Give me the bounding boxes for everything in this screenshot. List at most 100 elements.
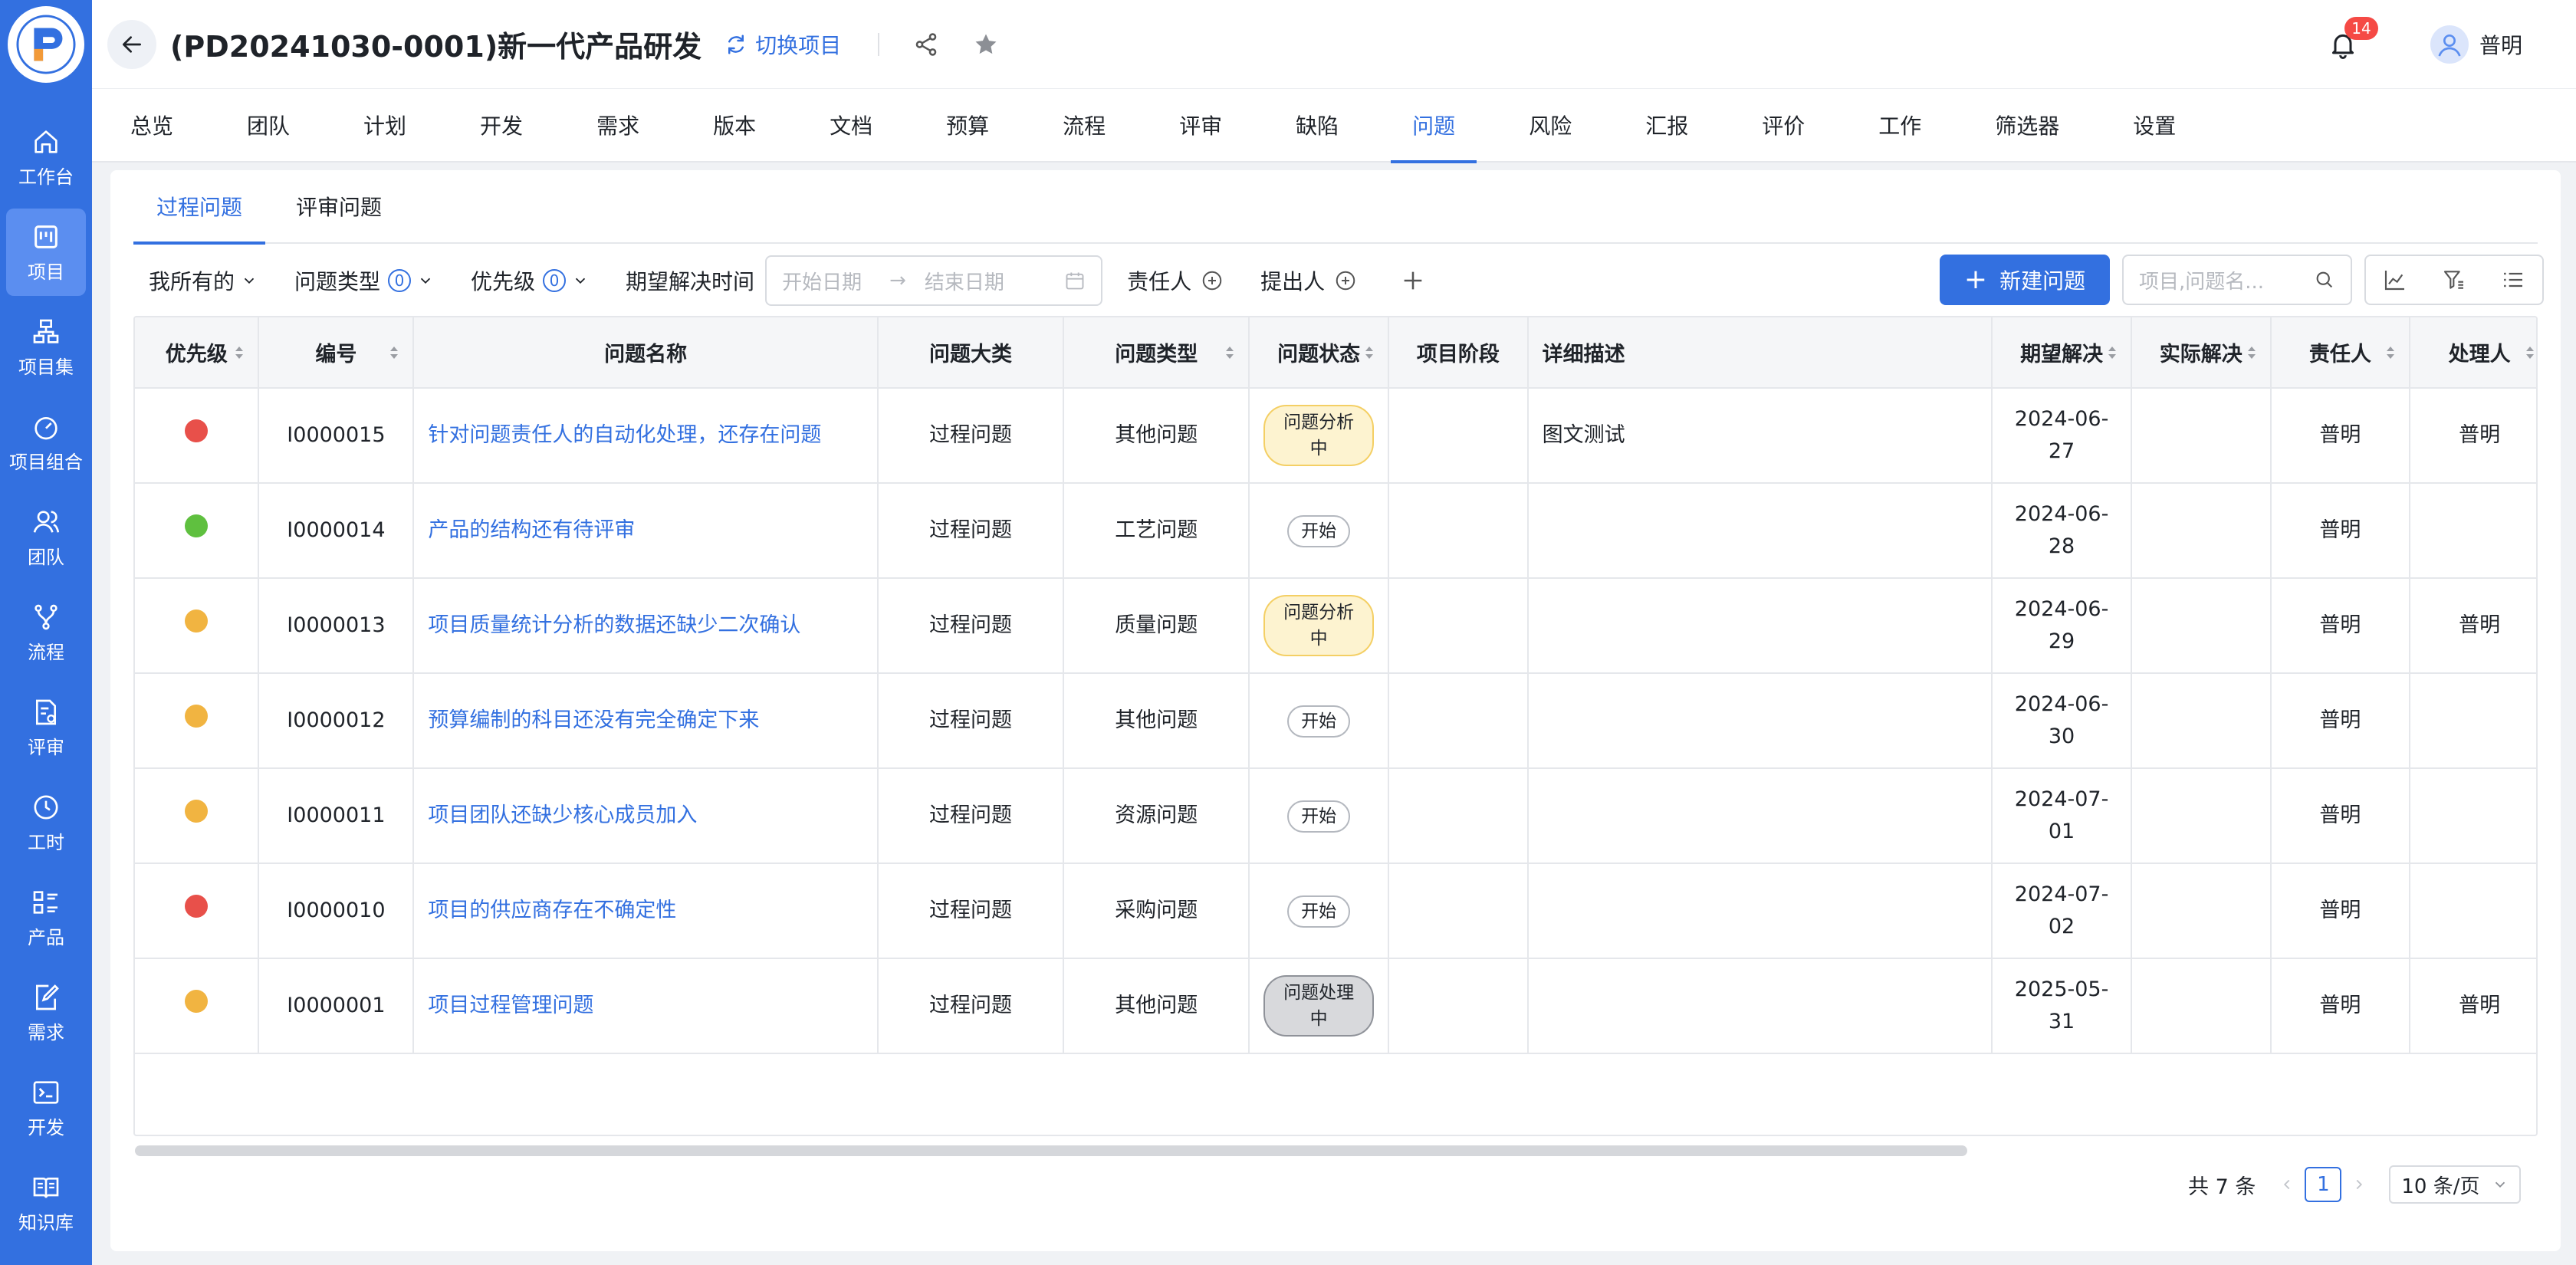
prev-page-icon[interactable] bbox=[2279, 1176, 2295, 1193]
sort-icon[interactable] bbox=[1224, 343, 1236, 362]
issue-name-link[interactable]: 预算编制的科目还没有完全确定下来 bbox=[413, 673, 879, 769]
table-row[interactable]: I0000013 项目质量统计分析的数据还缺少二次确认 过程问题 质量问题 问题分析中 2… bbox=[135, 578, 2536, 674]
page-1-button[interactable]: 1 bbox=[2305, 1167, 2342, 1202]
project-stage bbox=[1388, 768, 1529, 864]
sort-icon[interactable] bbox=[2384, 343, 2397, 362]
tab-0[interactable]: 总览 bbox=[130, 88, 195, 162]
new-issue-button[interactable]: + 新建问题 bbox=[1940, 255, 2110, 305]
sort-icon[interactable] bbox=[2106, 343, 2118, 362]
table-row[interactable]: I0000001 项目过程管理问题 过程问题 其他问题 问题处理中 2025-05-31 普… bbox=[135, 958, 2536, 1054]
search-input[interactable]: 项目,问题名... bbox=[2122, 255, 2352, 305]
edit-doc-icon bbox=[36, 984, 59, 1010]
sort-icon[interactable] bbox=[1363, 343, 1375, 362]
sort-icon[interactable] bbox=[2246, 343, 2258, 362]
sort-icon[interactable] bbox=[2524, 343, 2536, 362]
star-icon[interactable] bbox=[973, 31, 999, 58]
sidebar-item-8[interactable]: 产品 bbox=[6, 874, 86, 961]
tab-14[interactable]: 评价 bbox=[1740, 88, 1826, 162]
add-filter-icon[interactable] bbox=[1400, 268, 1426, 294]
back-button[interactable] bbox=[107, 19, 156, 69]
tab-3[interactable]: 开发 bbox=[458, 88, 544, 162]
tab-7[interactable]: 预算 bbox=[925, 88, 1010, 162]
sidebar-item-11[interactable]: 知识库 bbox=[6, 1159, 86, 1247]
list-settings-icon[interactable] bbox=[2501, 268, 2525, 292]
sidebar-item-0[interactable]: 工作台 bbox=[6, 113, 86, 201]
mine-filter[interactable]: 我所有的 bbox=[149, 265, 258, 296]
tab-5[interactable]: 版本 bbox=[692, 88, 777, 162]
table-row[interactable]: I0000010 项目的供应商存在不确定性 过程问题 采购问题 开始 2024-07-02… bbox=[135, 863, 2536, 959]
table-row[interactable]: I0000011 项目团队还缺少核心成员加入 过程问题 资源问题 开始 2024-07-0… bbox=[135, 768, 2536, 864]
tab-13[interactable]: 汇报 bbox=[1624, 88, 1710, 162]
branch-icon bbox=[34, 604, 58, 629]
tab-11[interactable]: 问题 bbox=[1391, 88, 1477, 163]
issue-name-link[interactable]: 项目过程管理问题 bbox=[413, 958, 879, 1054]
column-header[interactable]: 编号 bbox=[258, 317, 415, 389]
tab-16[interactable]: 筛选器 bbox=[1973, 88, 2081, 162]
sub-tab-1[interactable]: 评审问题 bbox=[273, 169, 405, 243]
tab-10[interactable]: 缺陷 bbox=[1274, 88, 1360, 162]
notification-button[interactable]: 14 bbox=[2328, 17, 2378, 60]
sidebar-item-9[interactable]: 需求 bbox=[6, 969, 86, 1056]
app-logo[interactable] bbox=[8, 6, 84, 83]
sidebar-item-10[interactable]: 开发 bbox=[6, 1064, 86, 1152]
horizontal-scrollbar[interactable] bbox=[135, 1145, 1967, 1156]
sidebar-item-1[interactable]: 项目 bbox=[6, 209, 86, 296]
notification-badge: 14 bbox=[2344, 17, 2378, 40]
column-header[interactable]: 问题状态 bbox=[1249, 317, 1389, 389]
column-header[interactable]: 详细描述 bbox=[1527, 317, 1993, 389]
column-header[interactable]: 项目阶段 bbox=[1388, 317, 1529, 389]
column-header[interactable]: 问题类型 bbox=[1063, 317, 1250, 389]
sidebar-item-2[interactable]: 项目集 bbox=[6, 304, 86, 391]
column-header[interactable]: 期望解决 bbox=[1992, 317, 2132, 389]
switch-project-button[interactable]: 切换项目 bbox=[724, 29, 841, 60]
sidebar-item-5[interactable]: 流程 bbox=[6, 589, 86, 676]
page-size-value: 10 条/页 bbox=[2401, 1175, 2480, 1198]
user-name[interactable]: 普明 bbox=[2479, 29, 2522, 60]
tab-6[interactable]: 文档 bbox=[808, 88, 894, 162]
status-cell: 开始 bbox=[1249, 768, 1389, 864]
sort-icon[interactable] bbox=[388, 343, 400, 362]
chevron-down-icon bbox=[575, 278, 586, 284]
column-header-label: 处理人 bbox=[2448, 343, 2511, 366]
sidebar-item-7[interactable]: 工时 bbox=[6, 779, 86, 866]
filter-icon[interactable] bbox=[2442, 268, 2466, 292]
owner-filter[interactable]: 责任人 bbox=[1127, 265, 1224, 296]
table-row[interactable]: I0000015 针对问题责任人的自动化处理，还存在问题 过程问题 其他问题 问题分析中… bbox=[135, 388, 2536, 484]
table-row[interactable]: I0000014 产品的结构还有待评审 过程问题 工艺问题 开始 2024-06-28 普明 bbox=[135, 483, 2536, 579]
column-header[interactable]: 问题大类 bbox=[877, 317, 1065, 389]
sub-tab-0[interactable]: 过程问题 bbox=[133, 169, 266, 245]
issue-name-link[interactable]: 项目质量统计分析的数据还缺少二次确认 bbox=[413, 578, 879, 674]
sort-icon[interactable] bbox=[233, 343, 245, 362]
user-avatar[interactable] bbox=[2430, 25, 2469, 64]
sidebar-item-4[interactable]: 团队 bbox=[6, 494, 86, 581]
issue-name-link[interactable]: 产品的结构还有待评审 bbox=[413, 483, 879, 579]
reporter-filter[interactable]: 提出人 bbox=[1260, 265, 1357, 296]
sidebar-item-3[interactable]: 项目组合 bbox=[6, 399, 86, 486]
tab-12[interactable]: 风险 bbox=[1507, 88, 1593, 162]
sidebar-item-6[interactable]: 评审 bbox=[6, 684, 86, 771]
line-chart-icon[interactable] bbox=[2383, 268, 2407, 292]
column-header[interactable]: 处理人 bbox=[2410, 317, 2536, 389]
issue-name-link[interactable]: 针对问题责任人的自动化处理，还存在问题 bbox=[413, 388, 879, 484]
priority-filter[interactable]: 优先级 0 bbox=[471, 265, 589, 296]
issue-name-link[interactable]: 项目团队还缺少核心成员加入 bbox=[413, 768, 879, 864]
date-range-picker[interactable]: 开始日期 → 结束日期 bbox=[765, 255, 1103, 306]
column-header[interactable]: 责任人 bbox=[2270, 317, 2411, 389]
share-icon[interactable] bbox=[913, 31, 939, 58]
tab-2[interactable]: 计划 bbox=[342, 88, 428, 162]
column-header[interactable]: 问题名称 bbox=[413, 317, 879, 389]
tab-4[interactable]: 需求 bbox=[575, 88, 661, 162]
issue-name-link[interactable]: 项目的供应商存在不确定性 bbox=[413, 863, 879, 959]
next-page-icon[interactable] bbox=[2351, 1176, 2367, 1193]
column-header[interactable]: 优先级 bbox=[135, 317, 260, 389]
table-row[interactable]: I0000012 预算编制的科目还没有完全确定下来 过程问题 其他问题 开始 2024-0… bbox=[135, 673, 2536, 769]
tab-8[interactable]: 流程 bbox=[1041, 88, 1127, 162]
tab-15[interactable]: 工作 bbox=[1857, 88, 1943, 162]
tab-1[interactable]: 团队 bbox=[225, 88, 311, 162]
column-header[interactable]: 实际解决 bbox=[2131, 317, 2272, 389]
page-size-select[interactable]: 10 条/页 bbox=[2389, 1165, 2522, 1204]
tab-17[interactable]: 设置 bbox=[2111, 88, 2197, 162]
column-header-label: 问题状态 bbox=[1277, 343, 1361, 366]
issue-type-filter[interactable]: 问题类型 0 bbox=[294, 265, 434, 296]
tab-9[interactable]: 评审 bbox=[1158, 88, 1244, 162]
